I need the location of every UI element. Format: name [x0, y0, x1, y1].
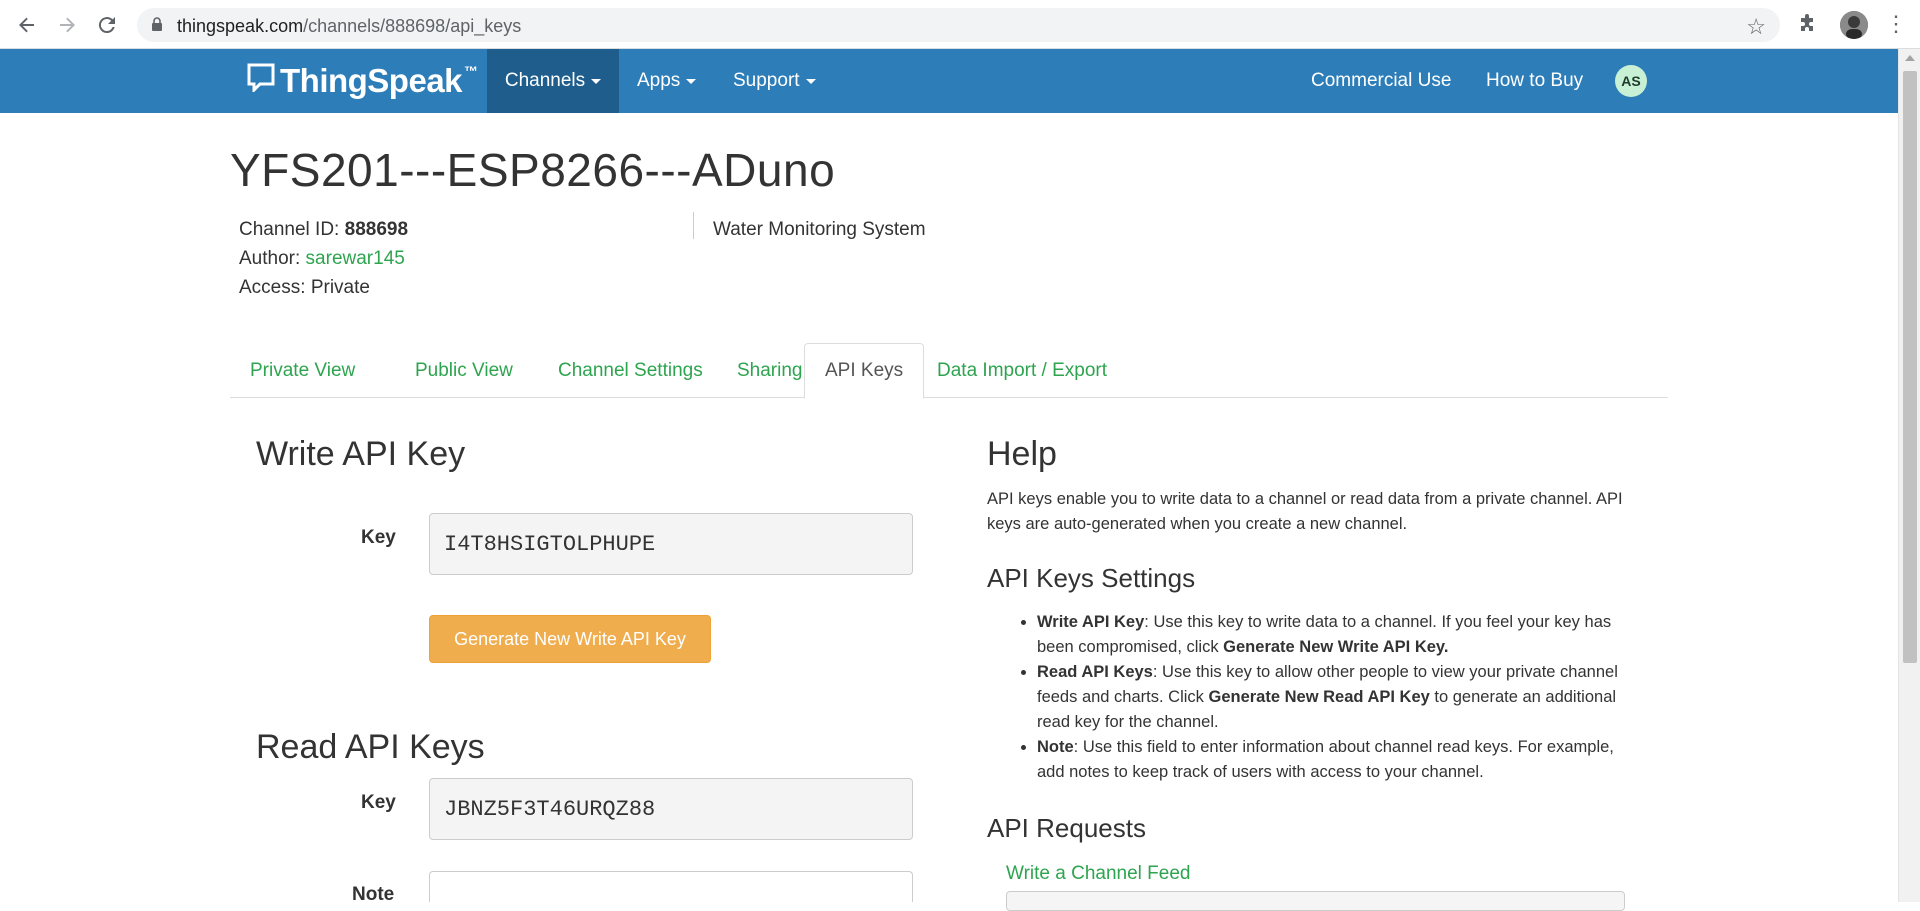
access-value: Private — [310, 277, 370, 298]
tab-private-view[interactable]: Private View — [230, 343, 375, 398]
tab-label: API Keys — [825, 360, 904, 381]
channel-id-label: Channel ID: — [239, 219, 345, 240]
access-label: Access: — [239, 277, 311, 298]
note-field[interactable] — [429, 871, 913, 902]
read-key-label: Key — [361, 792, 396, 813]
menu-support[interactable]: Support — [733, 49, 816, 113]
item-title: Note — [1037, 738, 1074, 756]
tab-channel-settings[interactable]: Channel Settings — [538, 343, 723, 398]
read-key-field[interactable]: JBNZ5F3T46URQZ88 — [429, 778, 913, 840]
write-key-label: Key — [361, 527, 396, 548]
write-api-key-heading: Write API Key — [256, 435, 466, 473]
help-intro: API keys enable you to write data to a c… — [987, 490, 1623, 533]
author-label: Author: — [239, 248, 306, 269]
nav-commercial-use-label: Commercial Use — [1311, 70, 1452, 91]
user-avatar[interactable]: AS — [1615, 65, 1647, 97]
divider — [693, 212, 694, 239]
brand-trademark: ™ — [464, 63, 478, 79]
api-keys-settings-heading: API Keys Settings — [987, 563, 1196, 593]
speech-bubble-icon — [246, 62, 276, 100]
api-requests-heading: API Requests — [987, 813, 1146, 843]
tab-label: Public View — [415, 359, 513, 381]
list-item: Write API Key: Use this key to write dat… — [1037, 610, 1627, 660]
list-item: Read API Keys: Use this key to allow oth… — [1037, 660, 1627, 735]
code-example-box — [1006, 891, 1625, 911]
browser-menu-icon[interactable]: ⋮ — [1885, 10, 1907, 38]
access-row: Access: Private — [239, 273, 408, 302]
list-item: Note: Use this field to enter informatio… — [1037, 735, 1627, 785]
caret-down-icon — [805, 78, 816, 84]
caret-down-icon — [591, 78, 602, 84]
nav-commercial-use[interactable]: Commercial Use — [1311, 49, 1451, 113]
channel-id-value: 888698 — [344, 219, 409, 240]
tab-label: Sharing — [737, 359, 803, 381]
page-scrollbar[interactable] — [1898, 49, 1920, 902]
thingspeak-logo[interactable]: ThingSpeak ™ — [246, 62, 478, 100]
menu-apps-label: Apps — [637, 70, 681, 91]
note-label: Note — [352, 884, 395, 905]
author-link[interactable]: sarewar145 — [306, 248, 405, 269]
lock-icon — [151, 17, 163, 37]
menu-support-label: Support — [733, 70, 800, 91]
tab-label: Data Import / Export — [937, 359, 1108, 381]
nav-how-to-buy-label: How to Buy — [1486, 70, 1584, 91]
tab-label: Channel Settings — [558, 359, 703, 381]
browser-toolbar: thingspeak.com/channels/888698/api_keys … — [0, 0, 1920, 49]
item-title: Read API Keys — [1037, 663, 1153, 681]
nav-how-to-buy[interactable]: How to Buy — [1486, 49, 1583, 113]
help-heading: Help — [987, 435, 1057, 473]
tab-api-keys[interactable]: API Keys — [804, 343, 925, 399]
address-bar[interactable]: thingspeak.com/channels/888698/api_keys … — [137, 8, 1780, 42]
tab-label: Private View — [250, 359, 356, 381]
forward-arrow-icon[interactable] — [53, 11, 81, 39]
page-title: YFS201---ESP8266---ADuno — [230, 144, 836, 196]
reload-icon[interactable] — [93, 11, 121, 39]
write-key-field[interactable]: I4T8HSIGTOLPHUPE — [429, 513, 913, 575]
item-strong: Generate New Read API Key — [1208, 688, 1430, 706]
scrollbar-thumb[interactable] — [1903, 71, 1917, 663]
channel-description: Water Monitoring System — [713, 219, 926, 240]
help-list: Write API Key: Use this key to write dat… — [987, 610, 1627, 785]
back-arrow-icon[interactable] — [13, 11, 41, 39]
item-title: Write API Key — [1037, 613, 1145, 631]
extensions-puzzle-icon[interactable] — [1797, 13, 1819, 40]
author-row: Author: sarewar145 — [239, 244, 408, 273]
tab-data-import-export[interactable]: Data Import / Export — [917, 343, 1127, 398]
scroll-up-arrow-icon[interactable] — [1905, 55, 1915, 61]
item-strong: Generate New Write API Key. — [1223, 638, 1449, 656]
item-text: : Use this field to enter information ab… — [1037, 738, 1614, 781]
tab-public-view[interactable]: Public View — [395, 343, 533, 398]
menu-apps[interactable]: Apps — [637, 49, 697, 113]
site-navbar: ThingSpeak ™ Channels Apps Support Commer… — [0, 49, 1898, 113]
read-api-keys-heading: Read API Keys — [256, 728, 485, 766]
menu-channels[interactable]: Channels — [487, 49, 619, 113]
write-channel-feed-link[interactable]: Write a Channel Feed — [1006, 863, 1190, 885]
url-text: thingspeak.com/channels/888698/api_keys — [177, 16, 522, 36]
channel-meta: Channel ID: 888698 Author: sarewar145 Ac… — [239, 215, 408, 302]
caret-down-icon — [686, 78, 697, 84]
generate-write-key-button[interactable]: Generate New Write API Key — [429, 615, 711, 663]
channel-id-row: Channel ID: 888698 — [239, 215, 408, 244]
bookmark-star-icon[interactable]: ☆ — [1746, 14, 1766, 40]
channel-tabs: Private View Public View Channel Setting… — [230, 343, 1668, 399]
brand-name: ThingSpeak — [280, 62, 463, 99]
profile-avatar[interactable] — [1840, 11, 1868, 39]
menu-channels-label: Channels — [504, 70, 586, 91]
